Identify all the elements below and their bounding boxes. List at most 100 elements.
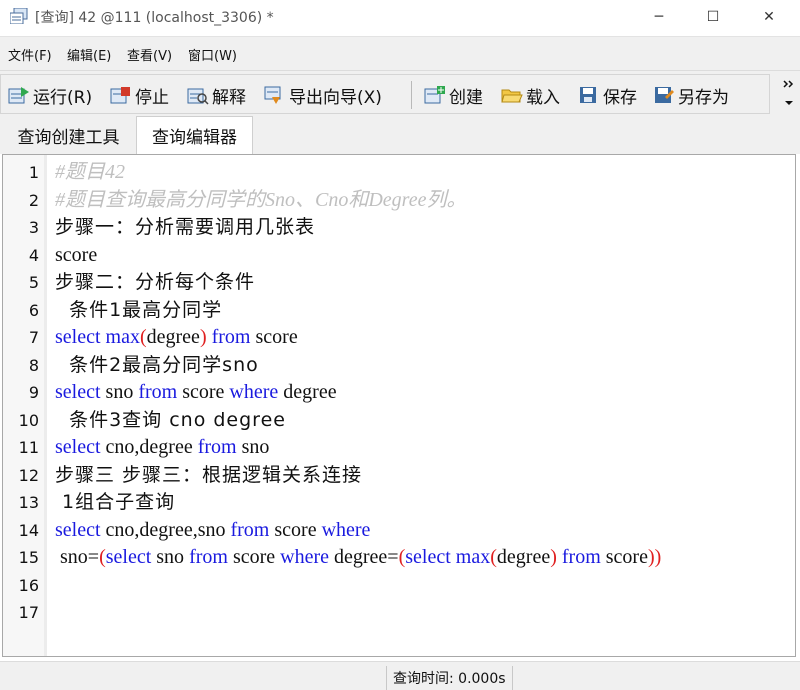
status-divider bbox=[512, 666, 513, 690]
tab-query-builder[interactable]: 查询创建工具 bbox=[2, 118, 135, 152]
sql-comment: #题目42 bbox=[55, 161, 125, 183]
save-as-icon bbox=[655, 87, 674, 103]
code-token: score bbox=[269, 518, 322, 541]
close-icon: ✕ bbox=[763, 9, 775, 25]
tab-query-builder-label: 查询创建工具 bbox=[17, 127, 120, 148]
export-wizard-button[interactable]: 导出向导(X) bbox=[264, 83, 382, 108]
sql-keyword: select bbox=[55, 518, 101, 541]
save-as-button[interactable]: 另存为 bbox=[653, 83, 729, 108]
create-button[interactable]: 创建 bbox=[424, 83, 483, 108]
sql-keyword: from bbox=[230, 518, 270, 541]
menu-file[interactable]: 文件(F) bbox=[8, 45, 52, 64]
code-token: score bbox=[227, 546, 281, 568]
menu-view[interactable]: 查看(V) bbox=[127, 45, 172, 64]
query-time: 查询时间: 0.000s bbox=[393, 671, 506, 687]
create-icon bbox=[424, 86, 445, 104]
sql-keyword: from bbox=[197, 436, 237, 458]
line-number: 3 bbox=[28, 218, 39, 237]
title-bar: [查询] 42 @111 (localhost_3306) * ─ ☐ ✕ bbox=[0, 0, 800, 34]
save-button[interactable]: 保存 bbox=[578, 83, 637, 108]
menu-window[interactable]: 窗口(W) bbox=[188, 45, 237, 64]
create-label: 创建 bbox=[449, 87, 483, 108]
code-line: 步骤三 步骤三：根据逻辑关系连接 bbox=[55, 463, 362, 487]
code-line: #题目查询最高分同学的Sno、Cno和Degree列。 bbox=[55, 188, 466, 212]
sql-keyword: select bbox=[105, 546, 152, 568]
tab-query-editor[interactable]: 查询编辑器 bbox=[136, 116, 253, 154]
save-label: 保存 bbox=[603, 87, 637, 108]
minimize-button[interactable]: ─ bbox=[632, 0, 686, 34]
stop-icon bbox=[110, 87, 130, 104]
code-line: score bbox=[55, 243, 97, 267]
tab-bar: 查询创建工具 查询编辑器 bbox=[0, 116, 800, 154]
code-line: select cno,degree,sno from score where bbox=[55, 518, 370, 542]
code-token: 步骤三 步骤三：根据逻辑关系连接 bbox=[55, 463, 363, 486]
code-token: degree= bbox=[329, 546, 399, 568]
sql-keyword: where bbox=[229, 381, 279, 403]
code-token: 条件1最高分同学 bbox=[55, 298, 223, 321]
save-as-label: 另存为 bbox=[678, 87, 729, 108]
export-icon bbox=[264, 86, 281, 104]
query-editor[interactable]: 1 2 3 4 5 6 7 8 9 10 11 12 13 14 15 16 17 #题目42 #题目查询最高分同… bbox=[2, 154, 796, 657]
sql-paren: )) bbox=[647, 546, 662, 568]
run-button[interactable]: 运行(R) bbox=[8, 83, 93, 108]
code-token: 步骤二：分析每个条件 bbox=[55, 271, 256, 293]
code-line: select max(degree) from score bbox=[55, 325, 298, 349]
close-button[interactable]: ✕ bbox=[742, 0, 796, 34]
run-label: 运行(R) bbox=[33, 87, 93, 108]
code-line: 步骤一：分析需要调用几张表 bbox=[55, 215, 315, 239]
stop-button[interactable]: 停止 bbox=[110, 83, 169, 108]
toolbar-overflow-icon[interactable] bbox=[779, 75, 799, 113]
code-token: sno bbox=[236, 436, 270, 458]
menu-edit[interactable]: 编辑(E) bbox=[67, 45, 111, 64]
line-number: 5 bbox=[28, 273, 39, 292]
code-line: 步骤二：分析每个条件 bbox=[55, 270, 255, 294]
code-token: score bbox=[600, 546, 648, 568]
sql-paren: ( bbox=[490, 546, 497, 568]
load-label: 载入 bbox=[526, 87, 560, 108]
sql-keyword: from bbox=[138, 381, 178, 403]
stop-label: 停止 bbox=[135, 87, 169, 108]
line-number: 13 bbox=[18, 493, 39, 512]
toolbar: 运行(R) 停止 解释 导出向导(X) 创建 载入 保存 另存为 bbox=[0, 70, 800, 117]
status-bar: 查询时间: 0.000s bbox=[0, 661, 800, 690]
line-number: 17 bbox=[18, 603, 39, 622]
folder-open-icon bbox=[501, 89, 523, 103]
code-token: cno,degree bbox=[100, 436, 198, 458]
line-number: 11 bbox=[18, 438, 39, 457]
code-token: 条件3查询 cno degree bbox=[55, 408, 286, 431]
line-number: 8 bbox=[28, 355, 39, 375]
code-line: select sno from score where degree bbox=[55, 380, 337, 404]
code-line: 1组合子查询 bbox=[55, 490, 175, 514]
code-line: 条件2最高分同学sno bbox=[55, 353, 259, 377]
explain-icon bbox=[187, 88, 209, 105]
code-token: score bbox=[177, 381, 230, 403]
export-label: 导出向导(X) bbox=[289, 87, 382, 108]
sql-keyword: select bbox=[405, 546, 451, 568]
sql-keyword: select bbox=[55, 436, 101, 458]
maximize-button[interactable]: ☐ bbox=[686, 0, 740, 34]
line-number: 16 bbox=[18, 575, 39, 595]
explain-label: 解释 bbox=[212, 87, 246, 108]
code-line: 条件3查询 cno degree bbox=[55, 408, 286, 432]
sql-keyword: from bbox=[561, 546, 601, 568]
load-button[interactable]: 载入 bbox=[501, 83, 560, 108]
line-number-gutter: 1 2 3 4 5 6 7 8 9 10 11 12 13 14 15 16 17 bbox=[3, 155, 45, 656]
status-divider bbox=[386, 666, 387, 690]
menu-bar: 文件(F) 编辑(E) 查看(V) 窗口(W) bbox=[0, 36, 800, 71]
toolbar-separator bbox=[411, 81, 412, 109]
code-token: 1组合子查询 bbox=[55, 491, 176, 513]
explain-button[interactable]: 解释 bbox=[187, 83, 246, 108]
code-token: 步骤一：分析需要调用几张表 bbox=[55, 216, 316, 238]
line-number: 15 bbox=[18, 548, 39, 567]
sql-keyword: from bbox=[211, 326, 251, 348]
sql-paren: ( bbox=[139, 326, 147, 348]
code-token: sno bbox=[100, 381, 139, 403]
maximize-icon: ☐ bbox=[706, 9, 720, 25]
window-title: [查询] 42 @111 (localhost_3306) * bbox=[35, 10, 274, 26]
query-window-icon bbox=[10, 8, 28, 24]
code-token: cno,degree,sno bbox=[100, 518, 231, 541]
line-number: 7 bbox=[28, 328, 39, 347]
code-line: sno=(select sno from score where degree=… bbox=[55, 545, 661, 569]
line-number: 10 bbox=[18, 410, 39, 430]
minimize-icon: ─ bbox=[654, 9, 664, 25]
